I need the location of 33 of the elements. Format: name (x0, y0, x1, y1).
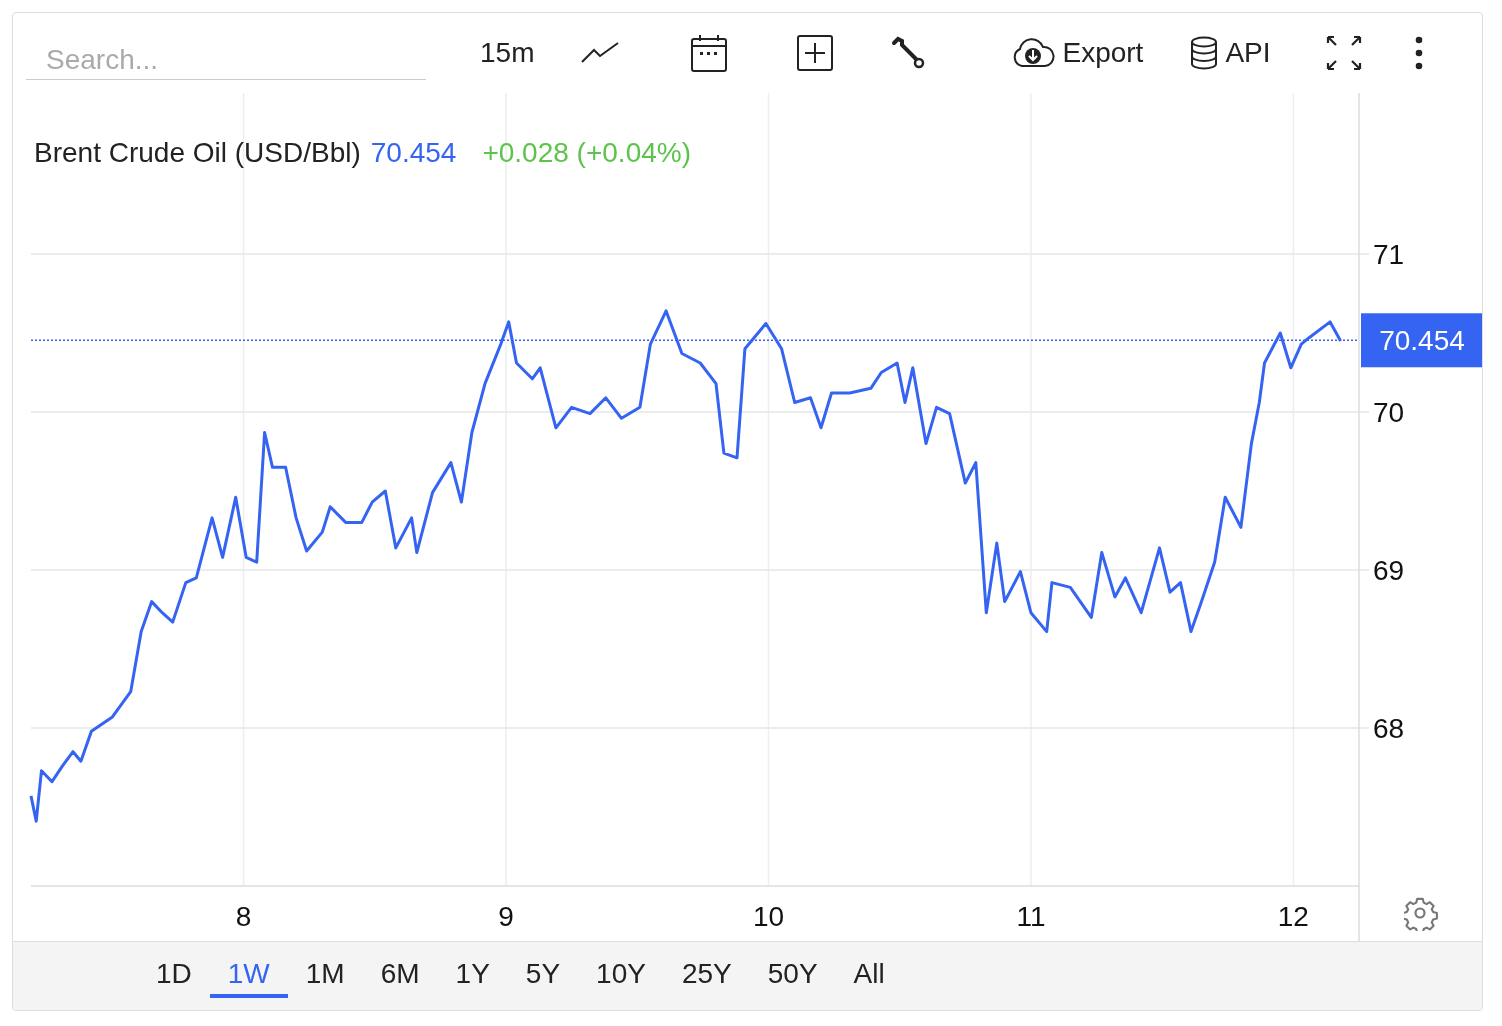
current-price: 70.454 (370, 137, 457, 169)
x-axis-label: 11 (1016, 901, 1046, 932)
x-axis-label: 8 (235, 901, 252, 932)
range-tab[interactable]: All (835, 942, 903, 998)
chart-title: Brent Crude Oil (USD/Bbl) (34, 137, 361, 169)
range-tab[interactable]: 1Y (437, 942, 508, 998)
calendar-icon[interactable] (690, 33, 729, 73)
more-menu-icon[interactable] (1414, 36, 1423, 70)
y-axis-label: 69 (1373, 555, 1405, 586)
range-tab[interactable]: 10Y (578, 942, 664, 998)
x-axis-label: 12 (1277, 901, 1309, 932)
interval-button[interactable]: 15m (480, 37, 535, 69)
export-button[interactable]: Export (1010, 37, 1144, 69)
fullscreen-icon[interactable] (1324, 34, 1363, 72)
price-change: +0.028 (+0.04%) (482, 137, 691, 169)
add-box-icon[interactable] (796, 34, 835, 72)
database-icon (1189, 36, 1220, 70)
x-axis-label: 10 (752, 901, 785, 932)
y-axis-label: 68 (1373, 713, 1405, 744)
range-tab[interactable]: 5Y (507, 942, 579, 998)
wrench-icon[interactable] (890, 35, 927, 71)
x-axis-label: 9 (498, 901, 514, 932)
range-tab[interactable]: 25Y (663, 942, 750, 998)
range-tab[interactable]: 1W (209, 942, 288, 998)
range-tab[interactable]: 6M (362, 942, 438, 998)
y-axis-label: 71 (1373, 239, 1405, 270)
range-tab[interactable]: 50Y (749, 942, 836, 998)
range-tab[interactable]: 1D (138, 942, 210, 998)
settings-icon[interactable] (1404, 897, 1438, 931)
last-price-value: 70.454 (1379, 325, 1465, 357)
y-axis-label: 70 (1373, 397, 1405, 428)
api-button[interactable]: API (1189, 36, 1271, 70)
range-tab[interactable]: 1M (287, 942, 363, 998)
